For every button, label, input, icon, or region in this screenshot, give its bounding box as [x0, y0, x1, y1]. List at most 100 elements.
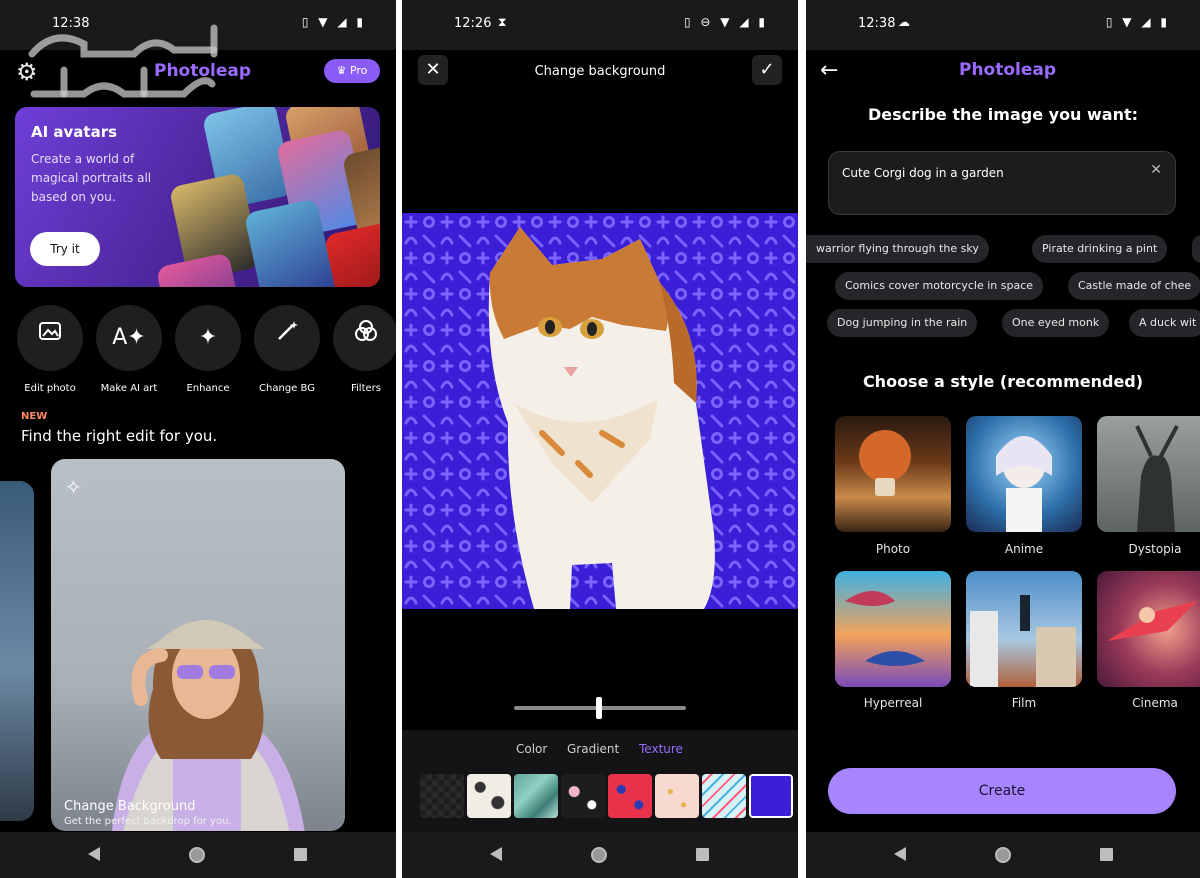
create-button[interactable]: Create	[828, 768, 1176, 814]
suggestion-chip[interactable]: A duck wit	[1129, 309, 1200, 337]
editor-title: Change background	[534, 64, 666, 79]
suggestion-chip[interactable]: Comics cover motorcycle in space	[835, 272, 1044, 300]
clear-icon[interactable]: ✕	[1150, 162, 1162, 178]
style-label: Dystopia	[1128, 542, 1182, 556]
tool-label: Edit photo	[24, 383, 76, 394]
tab-gradient[interactable]: Gradient	[567, 742, 619, 756]
background-options: Color Gradient Texture	[402, 730, 798, 832]
avatar-portrait	[323, 220, 380, 287]
cloud-icon: ☁	[898, 15, 910, 29]
style-label: Photo	[875, 542, 911, 556]
back-arrow-icon[interactable]: ←	[820, 58, 838, 83]
prompt-value: Cute Corgi dog in a garden	[842, 166, 1004, 180]
style-label: Anime	[1004, 542, 1044, 556]
filters-icon	[333, 305, 396, 371]
new-badge: NEW	[21, 411, 48, 422]
tab-texture[interactable]: Texture	[639, 742, 683, 756]
site-watermark-logo	[24, 14, 224, 115]
texture-swatch-floral[interactable]	[561, 774, 605, 818]
image-icon	[17, 305, 83, 371]
status-time: 12:26	[454, 16, 492, 31]
previous-feature-card[interactable]	[0, 481, 34, 821]
tool-enhance[interactable]: ✦ Enhance	[173, 305, 243, 394]
home-icon[interactable]	[995, 847, 1011, 863]
feature-card-subtitle: Get the perfect backdrop for you.	[64, 816, 232, 827]
check-icon[interactable]: ✓	[752, 55, 782, 85]
recents-icon[interactable]	[294, 848, 307, 861]
status-time: 12:38	[858, 16, 896, 31]
try-it-button[interactable]: Try it	[30, 232, 100, 266]
feature-card-title: Change Background	[64, 799, 196, 814]
style-anime[interactable]	[966, 416, 1082, 532]
suggestion-chip[interactable]: Dog jumping in the rain	[827, 309, 978, 337]
texture-swatch-peach[interactable]	[655, 774, 699, 818]
status-icons: ▯ ⊖ ▼ ◢ ▮	[684, 15, 768, 29]
home-icon[interactable]	[189, 847, 205, 863]
texture-pattern	[402, 213, 798, 609]
editor-top-bar: ✕ Change background ✓	[402, 50, 798, 94]
suggestion-chip[interactable]: Pirate drinking a pint	[1032, 235, 1168, 263]
ai-avatars-card[interactable]: AI avatars Create a world of magical por…	[15, 107, 380, 287]
back-icon[interactable]	[894, 847, 906, 861]
home-icon[interactable]	[591, 847, 607, 863]
status-icons: ▯ ▼ ◢ ▮	[301, 15, 366, 29]
suggestion-chip[interactable]: warrior flying through the sky	[806, 235, 989, 263]
status-bar: 12:38 ☁ ▯ ▼ ◢ ▮	[806, 0, 1200, 50]
style-cinema[interactable]	[1097, 571, 1200, 687]
recents-icon[interactable]	[1100, 848, 1113, 861]
style-label: Hyperreal	[863, 696, 923, 710]
sparkle-icon: ✦	[175, 305, 241, 371]
style-film[interactable]	[966, 571, 1082, 687]
pro-button[interactable]: ♛ Pro	[324, 59, 380, 83]
suggestion-chip[interactable]: One eyed monk	[1002, 309, 1110, 337]
tool-filters[interactable]: Filters	[331, 305, 396, 394]
tool-label: Enhance	[186, 383, 230, 394]
magic-wand-icon	[254, 305, 320, 371]
style-label: Cinema	[1132, 696, 1178, 710]
ai-art-icon: A✦	[96, 305, 162, 371]
tool-change-bg[interactable]: Change BG	[252, 305, 322, 394]
tab-color[interactable]: Color	[516, 742, 547, 756]
tool-label: Filters	[351, 383, 381, 394]
android-nav-bar	[806, 832, 1200, 878]
style-photo[interactable]	[835, 416, 951, 532]
texture-swatch-confetti[interactable]	[702, 774, 746, 818]
style-dystopia[interactable]	[1097, 416, 1200, 532]
ai-art-create-screen: 12:38 ☁ ▯ ▼ ◢ ▮ ← Photoleap Describe the…	[806, 0, 1200, 878]
choose-style-title: Choose a style (recommended)	[862, 372, 1144, 391]
texture-swatch-red[interactable]	[608, 774, 652, 818]
android-nav-bar	[402, 832, 798, 878]
texture-swatch-leaves[interactable]	[467, 774, 511, 818]
tool-edit-photo[interactable]: Edit photo	[15, 305, 85, 394]
describe-title: Describe the image you want:	[867, 105, 1139, 124]
suggestion-chip-partial[interactable]	[1192, 235, 1200, 263]
texture-swatch-none[interactable]	[420, 774, 464, 818]
tool-label: Make AI art	[100, 383, 158, 394]
tool-label: Change BG	[259, 383, 315, 394]
tool-make-ai-art[interactable]: A✦ Make AI art	[94, 305, 164, 394]
hourglass-icon: ⧗	[498, 15, 507, 29]
ai-card-description: Create a world of magical portraits all …	[31, 152, 152, 204]
suggestion-chip[interactable]: Castle made of chee	[1068, 272, 1200, 300]
ai-card-title: AI avatars	[31, 123, 118, 141]
status-icons: ▯ ▼ ◢ ▮	[1105, 15, 1170, 29]
tool-row: Edit photo A✦ Make AI art ✦ Enhance Chan…	[0, 305, 396, 395]
app-brand: Photoleap	[959, 60, 1057, 80]
back-icon[interactable]	[88, 847, 100, 861]
slider-thumb[interactable]	[596, 697, 602, 719]
texture-canvas[interactable]	[402, 213, 798, 609]
back-icon[interactable]	[490, 847, 502, 861]
style-hyperreal[interactable]	[835, 571, 951, 687]
section-title: Find the right edit for you.	[21, 427, 218, 445]
woman-photo	[111, 620, 305, 831]
texture-swatch-purple-selected[interactable]	[749, 774, 793, 818]
app-header: ← Photoleap	[806, 50, 1200, 94]
android-nav-bar	[0, 832, 396, 878]
texture-swatch-tropical[interactable]	[514, 774, 558, 818]
change-background-card[interactable]: ✧ Change Background Get the perfect back…	[51, 459, 345, 831]
magic-wand-icon: ✧	[65, 475, 82, 499]
style-label: Film	[1011, 696, 1037, 710]
recents-icon[interactable]	[696, 848, 709, 861]
prompt-input[interactable]: Cute Corgi dog in a garden ✕	[828, 151, 1176, 215]
photoleap-home-screen: 12:38 ▯ ▼ ◢ ▮ ⚙ Photoleap ♛ Pro AI avata…	[0, 0, 396, 878]
